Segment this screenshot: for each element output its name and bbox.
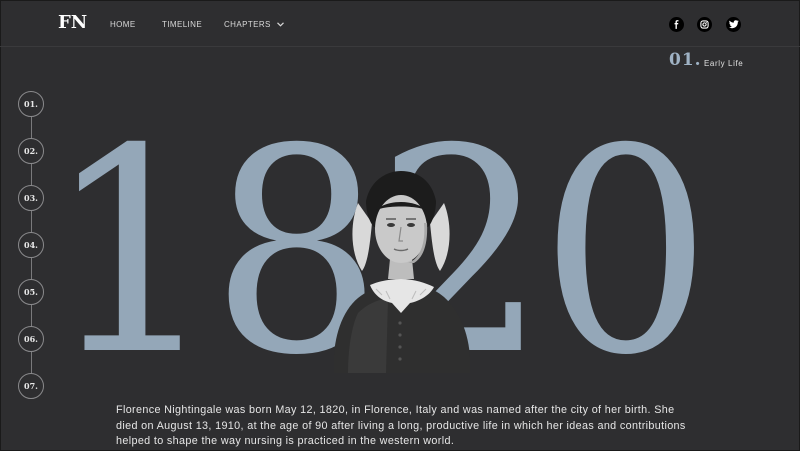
top-nav: FN HOME TIMELINE CHAPTERS	[0, 0, 800, 47]
chapter-number: 01.	[669, 50, 702, 70]
facebook-glyph	[674, 20, 679, 29]
timeline-node-02[interactable]: 02.	[18, 138, 44, 164]
timeline-node-05[interactable]: 05.	[18, 279, 44, 305]
twitter-icon[interactable]	[726, 17, 741, 32]
nav-chapters-label: CHAPTERS	[224, 20, 271, 29]
twitter-glyph	[728, 20, 739, 29]
facebook-icon[interactable]	[669, 17, 684, 32]
instagram-icon[interactable]	[697, 17, 712, 32]
nav-chapters[interactable]: CHAPTERS	[224, 20, 285, 29]
timeline-node-03[interactable]: 03.	[18, 185, 44, 211]
chapter-name: Early Life	[704, 59, 744, 68]
instagram-glyph	[700, 20, 709, 29]
timeline-node-01[interactable]: 01.	[18, 91, 44, 117]
chevron-down-icon	[277, 22, 285, 28]
nav-timeline[interactable]: TIMELINE	[162, 20, 202, 29]
portrait-image	[333, 171, 471, 373]
timeline-node-07[interactable]: 07.	[18, 373, 44, 399]
nav-home[interactable]: HOME	[110, 20, 136, 29]
timeline-node-06[interactable]: 06.	[18, 326, 44, 352]
logo[interactable]: FN	[58, 12, 87, 33]
timeline-node-04[interactable]: 04.	[18, 232, 44, 258]
bio-paragraph: Florence Nightingale was born May 12, 18…	[116, 404, 686, 447]
